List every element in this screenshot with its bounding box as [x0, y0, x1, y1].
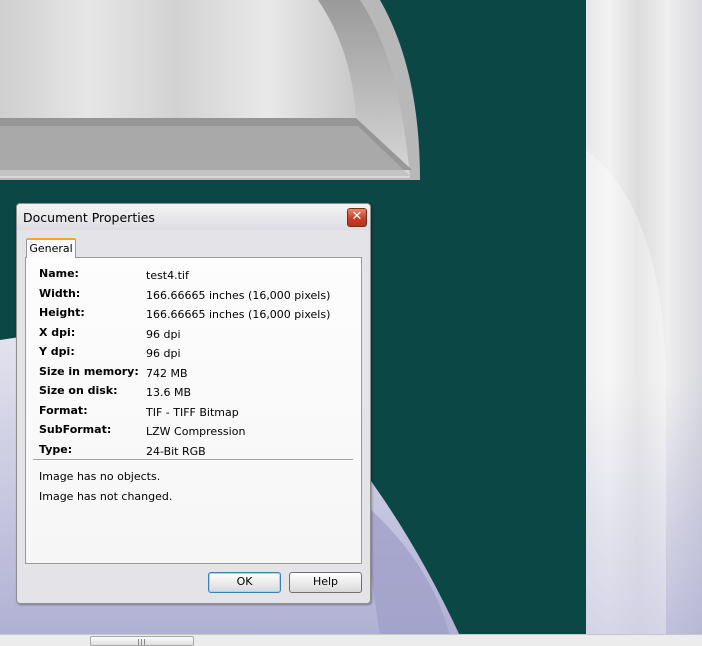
- property-row-height: Height: 166.66665 inches (16,000 pixels): [39, 306, 349, 326]
- message-objects: Image has no objects.: [39, 470, 161, 483]
- property-label: Format:: [39, 403, 88, 417]
- property-value: test4.tif: [146, 269, 189, 282]
- message-changed: Image has not changed.: [39, 490, 173, 503]
- property-label: Width:: [39, 286, 81, 300]
- property-label: Name:: [39, 267, 79, 280]
- property-value: 24-Bit RGB: [146, 444, 206, 458]
- desktop-background: Document Properties ✕ General Name: test…: [0, 0, 702, 646]
- document-properties-dialog: Document Properties ✕ General Name: test…: [16, 203, 371, 604]
- property-value: TIF - TIFF Bitmap: [146, 405, 239, 419]
- property-row-size-on-disk: Size on disk: 13.6 MB: [39, 384, 349, 404]
- property-row-x-dpi: X dpi: 96 dpi: [39, 326, 349, 346]
- property-row-size-in-memory: Size in memory: 742 MB: [39, 365, 349, 385]
- ok-button[interactable]: OK: [208, 572, 281, 593]
- close-button[interactable]: ✕: [347, 208, 367, 227]
- tab-general[interactable]: General: [26, 238, 76, 258]
- property-value: 166.66665 inches (16,000 pixels): [146, 308, 331, 321]
- property-row-name: Name: test4.tif: [39, 267, 349, 287]
- property-label: Size on disk:: [39, 384, 118, 397]
- property-row-y-dpi: Y dpi: 96 dpi: [39, 345, 349, 365]
- right-arc-decoration: [586, 150, 666, 636]
- property-label: Height:: [39, 306, 85, 319]
- close-icon: ✕: [351, 209, 363, 224]
- property-value: 166.66665 inches (16,000 pixels): [146, 288, 331, 302]
- help-button[interactable]: Help: [289, 572, 362, 593]
- separator: [33, 459, 353, 461]
- grip-icon: [138, 639, 146, 645]
- property-row-format: Format: TIF - TIFF Bitmap: [39, 404, 349, 424]
- property-value: 13.6 MB: [146, 386, 192, 399]
- property-row-width: Width: 166.66665 inches (16,000 pixels): [39, 287, 349, 307]
- property-value: 96 dpi: [146, 347, 181, 360]
- metal-shape-decoration: [0, 0, 420, 180]
- general-tab-panel: Name: test4.tif Width: 166.66665 inches …: [25, 257, 362, 564]
- property-label: Type:: [39, 442, 73, 456]
- property-label: Y dpi:: [39, 345, 75, 358]
- dialog-titlebar[interactable]: Document Properties ✕: [17, 204, 370, 230]
- properties-list: Name: test4.tif Width: 166.66665 inches …: [39, 267, 349, 462]
- property-value: LZW Compression: [146, 425, 246, 438]
- property-label: X dpi:: [39, 325, 76, 339]
- property-row-subformat: SubFormat: LZW Compression: [39, 423, 349, 443]
- property-value: 96 dpi: [146, 327, 181, 341]
- scrollbar-thumb[interactable]: [90, 636, 194, 646]
- property-label: SubFormat:: [39, 423, 112, 436]
- property-value: 742 MB: [146, 366, 188, 380]
- dialog-title: Document Properties: [23, 210, 155, 225]
- property-label: Size in memory:: [39, 364, 139, 378]
